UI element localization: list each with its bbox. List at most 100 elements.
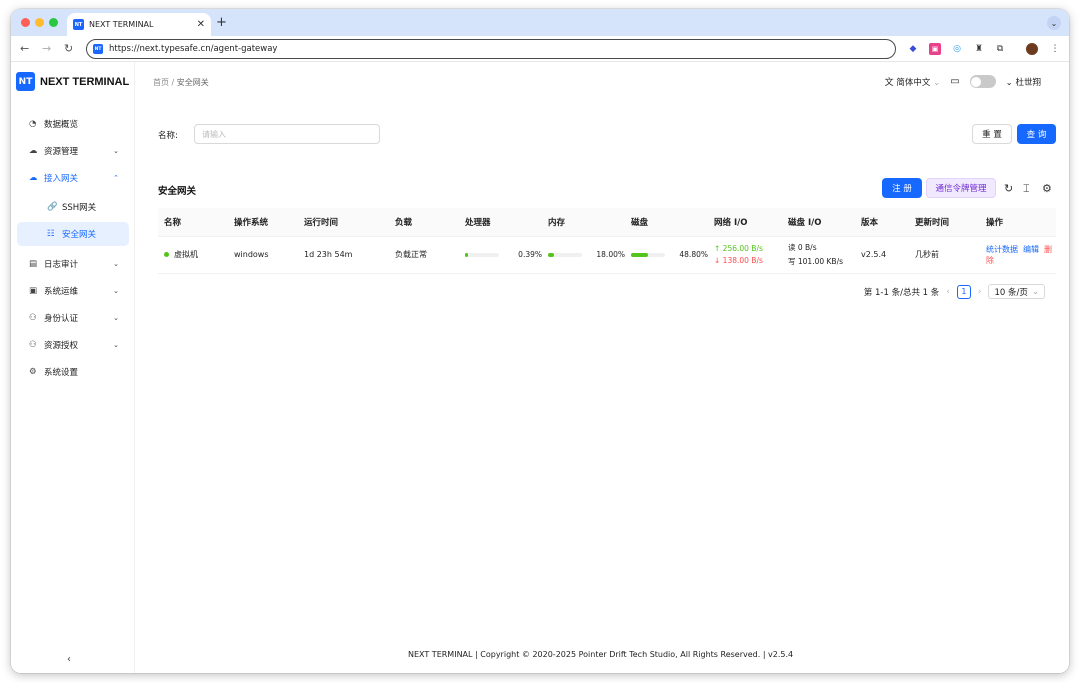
browser-tab[interactable]: NT NEXT TERMINAL ✕: [67, 13, 211, 36]
back-arrow-icon[interactable]: ←: [20, 42, 29, 55]
new-tab-button[interactable]: +: [216, 15, 227, 30]
sidebar-item-authorization[interactable]: ⚇ 资源授权 ⌄: [17, 333, 129, 357]
sidebar-item-label: 资源授权: [44, 341, 79, 351]
chevron-down-icon: ⌄: [113, 287, 119, 295]
next-page-icon[interactable]: ›: [978, 287, 982, 297]
settings-icon[interactable]: ⚙: [1042, 182, 1052, 195]
page-size-label: 10 条/页: [994, 287, 1028, 298]
profile-avatar[interactable]: [1026, 43, 1038, 55]
sidebar-item-label: 身份认证: [44, 314, 79, 324]
page-size-select[interactable]: 10 条/页 ⌄: [988, 284, 1045, 299]
breadcrumb: 首页 / 安全网关: [153, 77, 209, 88]
audit-icon: ▤: [29, 259, 38, 269]
close-window-button[interactable]: [21, 18, 30, 27]
sidebar-item-dashboard[interactable]: ◔ 数据概览: [17, 112, 129, 136]
column-header: 负载: [389, 208, 459, 237]
extensions-puzzle-icon[interactable]: ⧉: [994, 43, 1006, 55]
sidebar-item-ssh-gateway[interactable]: 🔗 SSH网关: [17, 195, 129, 219]
tab-search-chevron-icon[interactable]: ⌄: [1047, 16, 1061, 30]
extension-icon[interactable]: ◎: [951, 43, 963, 55]
network-download: ↓ 138.00 B/s: [714, 256, 763, 265]
uptime-cell: 1d 23h 54m: [298, 236, 389, 274]
status-dot: [164, 252, 169, 257]
minimize-window-button[interactable]: [35, 18, 44, 27]
sidebar-item-resources[interactable]: ☁ 资源管理 ⌄: [17, 139, 129, 163]
link-icon: 🔗: [47, 202, 58, 212]
prev-page-icon[interactable]: ‹: [946, 287, 950, 297]
network-upload: ↑ 256.00 B/s: [714, 244, 763, 253]
column-height-icon[interactable]: ⌶: [1023, 182, 1030, 196]
cpu-value: 0.39%: [518, 250, 542, 259]
tab-close-icon[interactable]: ✕: [197, 19, 205, 30]
gateway-table: 名称 操作系统 运行时间 负载 处理器 内存 磁盘 网络 I/O 磁盘 I/O …: [158, 208, 1056, 274]
browser-menu-icon[interactable]: ⋮: [1049, 43, 1061, 55]
reload-icon[interactable]: ↻: [64, 42, 73, 55]
chevron-down-icon: ⌄: [113, 260, 119, 268]
column-header: 磁盘: [625, 208, 708, 237]
browser-window: NT NEXT TERMINAL ✕ + ⌄ ← → ↻ NT https://…: [11, 9, 1069, 673]
memory-cell: 18.00%: [542, 236, 625, 274]
chevron-up-icon: ⌃: [113, 174, 119, 182]
actions-cell: 统计数据 编辑 删除: [980, 236, 1056, 274]
sidebar-item-label: 资源管理: [44, 147, 79, 157]
token-management-button[interactable]: 通信令牌管理: [926, 178, 996, 198]
app-logo[interactable]: NT NEXT TERMINAL: [16, 72, 129, 91]
table-header-row: 名称 操作系统 运行时间 负载 处理器 内存 磁盘 网络 I/O 磁盘 I/O …: [158, 208, 1056, 237]
sidebar-item-gateway[interactable]: ☁ 接入网关 ⌃: [17, 166, 129, 190]
sidebar-item-security-gateway[interactable]: ☷ 安全网关: [17, 222, 129, 246]
translate-icon: 文: [884, 78, 894, 88]
disk-value: 48.80%: [679, 250, 708, 259]
cluster-icon: ☷: [47, 229, 55, 239]
cloud-icon: ☁: [29, 146, 38, 156]
site-favicon: NT: [93, 44, 103, 54]
collapse-sidebar-icon[interactable]: ‹: [67, 654, 71, 665]
table-row: 虚拟机 windows 1d 23h 54m 负载正常 0.39% 18.00%…: [158, 236, 1056, 274]
stats-link[interactable]: 统计数据: [986, 245, 1018, 254]
name-filter-input[interactable]: [194, 124, 380, 144]
theme-toggle[interactable]: [969, 75, 996, 88]
sidebar-item-settings[interactable]: ⚙ 系统设置: [17, 360, 129, 384]
breadcrumb-home[interactable]: 首页: [153, 78, 169, 87]
disk-progress-bar: [631, 252, 665, 257]
maximize-window-button[interactable]: [49, 18, 58, 27]
forward-arrow-icon[interactable]: →: [42, 42, 51, 55]
card-title: 安全网关: [158, 186, 197, 197]
extension-icon[interactable]: ◆: [907, 43, 919, 55]
column-header: 运行时间: [298, 208, 389, 237]
edit-link[interactable]: 编辑: [1023, 245, 1039, 254]
laptop-icon[interactable]: ▭: [950, 76, 959, 87]
register-button[interactable]: 注 册: [882, 178, 922, 198]
column-header: 名称: [158, 208, 228, 237]
extension-icon[interactable]: ♜: [973, 43, 985, 55]
address-bar[interactable]: NT https://next.typesafe.cn/agent-gatewa…: [86, 39, 896, 59]
toggle-knob: [971, 76, 982, 87]
user-auth-icon: ⚇: [29, 340, 37, 350]
sidebar-item-label: SSH网关: [62, 203, 97, 213]
version-cell: v2.5.4: [855, 236, 909, 274]
column-header: 操作: [980, 208, 1056, 237]
sidebar-item-audit[interactable]: ▤ 日志审计 ⌄: [17, 252, 129, 276]
query-button[interactable]: 查 询: [1017, 124, 1056, 144]
logo-text: NEXT TERMINAL: [40, 75, 130, 88]
user-menu[interactable]: ⌄ 杜世翔: [1006, 76, 1041, 88]
user-icon: ⚇: [29, 313, 37, 323]
dashboard-icon: ◔: [29, 119, 37, 129]
sidebar-item-label: 系统运维: [44, 287, 79, 297]
sidebar-item-ops[interactable]: ▣ 系统运维 ⌄: [17, 279, 129, 303]
page-button[interactable]: 1: [956, 284, 971, 299]
cpu-progress-bar: [465, 252, 499, 257]
column-header: 版本: [855, 208, 909, 237]
memory-progress-fill: [548, 252, 555, 257]
reset-button[interactable]: 重 置: [972, 124, 1012, 144]
extension-icon[interactable]: ▣: [929, 43, 941, 55]
breadcrumb-current: 安全网关: [176, 78, 209, 87]
reload-icon[interactable]: ↻: [1004, 182, 1013, 195]
memory-progress-bar: [548, 252, 582, 257]
language-selector[interactable]: 文 简体中文 ⌄: [885, 75, 941, 88]
sidebar-item-identity[interactable]: ⚇ 身份认证 ⌄: [17, 306, 129, 330]
sidebar-item-label: 系统设置: [44, 368, 79, 378]
url-text[interactable]: https://next.typesafe.cn/agent-gateway: [109, 44, 277, 54]
column-header: 操作系统: [228, 208, 298, 237]
header-actions: 文 简体中文 ⌄ ▭ ⌄ 杜世翔: [885, 75, 1041, 88]
chevron-down-icon: ⌄: [113, 147, 119, 155]
